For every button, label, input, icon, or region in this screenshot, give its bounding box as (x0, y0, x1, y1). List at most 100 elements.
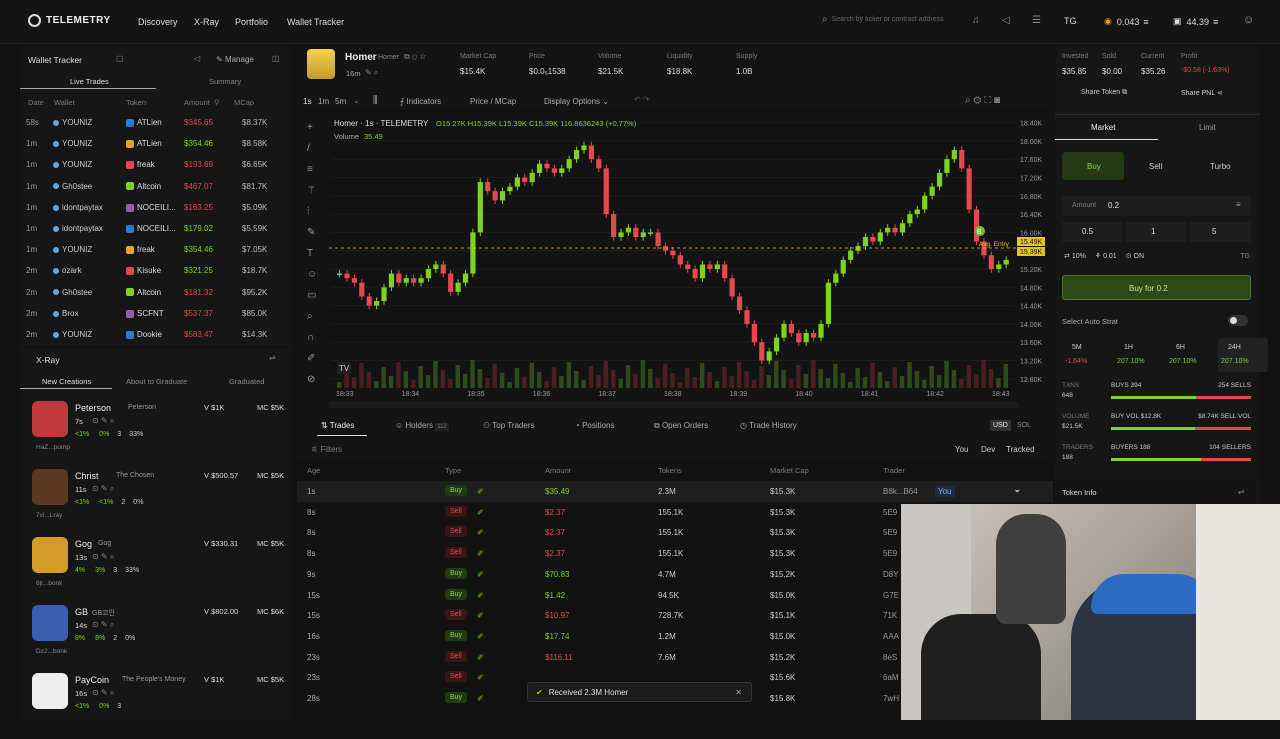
tab-market[interactable]: Market (1091, 123, 1115, 132)
chart-scrollbar[interactable] (329, 402, 1019, 408)
social-icons[interactable]: ⊙ ✎ ⌕ (92, 620, 114, 630)
tab-trade-history[interactable]: ◷ Trade History (740, 421, 797, 430)
sol-balance-2[interactable]: ▣ 44.39 ≡ (1173, 16, 1218, 27)
period-stat[interactable]: 5M -1.64% (1062, 338, 1112, 372)
explorer-icon[interactable]: ✐ (477, 528, 484, 537)
tab-about-to-graduate[interactable]: About to Graduate (126, 377, 187, 386)
trade-settings[interactable]: ⇄ 10% ⚘ 0.01 ⊙ ON TG (1064, 252, 1250, 261)
trade-token[interactable]: Dookie (126, 330, 162, 339)
tab-holders[interactable]: ☺ Holders 112 (395, 421, 449, 431)
explorer-icon[interactable]: ✐ (477, 632, 484, 641)
nav-wallet-tracker[interactable]: Wallet Tracker (287, 17, 344, 27)
display-options-button[interactable]: Display Options ⌄ (544, 97, 609, 106)
wallet-trade-row[interactable]: 1m Gh0stee Altcoin $467.07 $81.7K (20, 176, 292, 197)
explorer-icon[interactable]: ✐ (477, 611, 484, 620)
drawing-tool-icon[interactable]: ⫶ (307, 206, 310, 217)
trade-wallet[interactable]: idontpaytax (53, 224, 103, 233)
wallet-trade-row[interactable]: 2m Brox SCFNT $537.37 $85.0K (20, 303, 292, 324)
trade-wallet[interactable]: idontpaytax (53, 203, 103, 212)
wallet-trade-row[interactable]: 58s YOUNIZ ATLien $345.65 $8.37K (20, 112, 292, 133)
explorer-icon[interactable]: ✐ (477, 487, 484, 496)
tab-limit[interactable]: Limit (1199, 123, 1216, 132)
trade-trader[interactable]: 5E9 (883, 528, 897, 537)
filter-tracked[interactable]: Tracked (1006, 445, 1035, 454)
trade-trader[interactable]: 6aM (883, 673, 899, 682)
list-icon[interactable]: ☰ (1032, 15, 1041, 26)
tab-top-traders[interactable]: ⚇ Top Traders (483, 421, 535, 430)
trade-trader[interactable]: 5E9 (883, 508, 897, 517)
trade-token[interactable]: ATLien (126, 118, 162, 127)
tab-sell[interactable]: Sell (1149, 162, 1162, 171)
xray-token-card[interactable]: PayCoin The People's Money 16s ⊙ ✎ ⌕ <1% 0% 3… (28, 673, 290, 739)
tab-new-creations[interactable]: New Creations (42, 377, 91, 386)
period-stat[interactable]: 1H 207.10% (1114, 338, 1164, 372)
trade-wallet[interactable]: YOUNIZ (53, 139, 92, 148)
tab-open-orders[interactable]: ⧉ Open Orders (654, 421, 708, 431)
trade-wallet[interactable]: YOUNIZ (53, 160, 92, 169)
trade-token[interactable]: NOCEILI... (126, 203, 176, 212)
explorer-icon[interactable]: ✐ (477, 549, 484, 558)
trade-wallet[interactable]: Brox (53, 309, 78, 318)
logo[interactable]: TELEMETRY (28, 14, 111, 27)
explorer-icon[interactable]: ✐ (477, 570, 484, 579)
settings-icon[interactable]: ⇌ (1238, 487, 1245, 496)
nav-discovery[interactable]: Discovery (138, 17, 178, 27)
price-mcap-toggle[interactable]: Price / MCap (470, 97, 516, 106)
user-icon[interactable]: ☺ (1243, 14, 1254, 26)
trade-trader[interactable]: G7E (883, 591, 899, 600)
amount-input[interactable]: Amount 0.2 ≡ (1062, 196, 1251, 216)
trade-trader[interactable]: D8Y (883, 570, 899, 579)
trade-wallet[interactable]: YOUNIZ (53, 245, 92, 254)
trade-token[interactable]: NOCEILI... (126, 224, 176, 233)
tab-live-trades[interactable]: Live Trades (70, 77, 109, 86)
social-icons[interactable]: ⊙ ✎ ⌕ (92, 552, 114, 562)
explorer-icon[interactable]: ✐ (477, 673, 484, 682)
wallet-trade-row[interactable]: 2m YOUNIZ Dookie $583.47 $14.3K (20, 324, 292, 345)
wallet-trade-row[interactable]: 1m YOUNIZ ATLien $354.46 $8.58K (20, 133, 292, 154)
drawing-tool-icon[interactable]: + (307, 122, 313, 133)
explorer-icon[interactable]: ✐ (477, 653, 484, 662)
social-icons[interactable]: ⊙ ✎ ⌕ (92, 688, 114, 698)
trade-trader[interactable]: B8k...B64 (883, 487, 918, 496)
explorer-icon[interactable]: ✐ (477, 694, 484, 703)
wallet-trade-row[interactable]: 1m YOUNIZ freak $193.69 $6.65K (20, 154, 292, 175)
mute-icon[interactable]: ◁ (194, 54, 200, 63)
trade-token[interactable]: freak (126, 245, 155, 254)
interval-1s[interactable]: 1s (303, 97, 311, 106)
drawing-tool-icon[interactable]: ⊘ (307, 374, 315, 385)
tab-turbo[interactable]: Turbo (1210, 162, 1231, 171)
filter-dev[interactable]: Dev (981, 445, 995, 454)
settings-icon[interactable]: ⇌ (269, 353, 276, 362)
social-icons[interactable]: ⊙ ✎ ⌕ (92, 416, 114, 426)
candle-type-icon[interactable]: ⫼ (373, 95, 378, 106)
xray-token-card[interactable]: Peterson Peterson 7s ⊙ ✎ ⌕ <1% 0% 3 33% V $1K MC… (28, 401, 290, 467)
trade-token[interactable]: freak (126, 160, 155, 169)
trade-token[interactable]: Kisuke (126, 266, 161, 275)
xray-token-card[interactable]: GB GB코인 14s ⊙ ✎ ⌕ 8% 8% 2 0% V $802.00 MC $6K Dz2… (28, 605, 290, 671)
tab-trades[interactable]: ⇅ Trades (321, 421, 354, 430)
trade-trader[interactable]: 5E9 (883, 549, 897, 558)
drawing-tool-icon[interactable]: / (307, 143, 310, 154)
interval-5m[interactable]: 5m (335, 97, 346, 106)
edit-search-icon[interactable]: ✎ ⌕ (365, 68, 378, 78)
drawing-tool-icon[interactable]: ∩ (307, 332, 314, 343)
trade-token[interactable]: Altcoin (126, 288, 161, 297)
token-address[interactable]: HaZ...pump (36, 444, 70, 451)
tab-graduated[interactable]: Graduated (229, 377, 264, 386)
preset-3[interactable]: 5 (1190, 222, 1251, 242)
preset-2[interactable]: 1 (1126, 222, 1186, 242)
price-chart[interactable]: + / ≡ ⚚ ⫶ ✎ T ☺ ▭ ⌕ ∩ ✐ ⊘ 18.40K 18.00K 17.60K 17.20K 16… (297, 112, 1053, 412)
undo-redo-icon[interactable]: ↶ ↷ (634, 95, 650, 104)
filter-you[interactable]: You (955, 445, 969, 454)
manage-button[interactable]: ✎ Manage (216, 55, 254, 64)
mute-icon[interactable]: ◁ (1002, 15, 1010, 26)
trade-token[interactable]: SCFNT (126, 309, 164, 318)
nav-xray[interactable]: X-Ray (194, 17, 219, 27)
share-token-button[interactable]: Share Token ⧉ (1081, 89, 1127, 97)
trade-trader[interactable]: 7wH (883, 694, 899, 703)
trade-token[interactable]: Altcoin (126, 182, 161, 191)
wallet-trade-row[interactable]: 2m ozark Kisuke $321.25 $18.7K (20, 260, 292, 281)
token-address[interactable]: 7xi...Lray (36, 512, 62, 519)
trade-wallet[interactable]: Gh0stee (53, 288, 92, 297)
chart-tools-icons[interactable]: ⌕ ⚙ ⛶ ◙ (965, 95, 1000, 106)
